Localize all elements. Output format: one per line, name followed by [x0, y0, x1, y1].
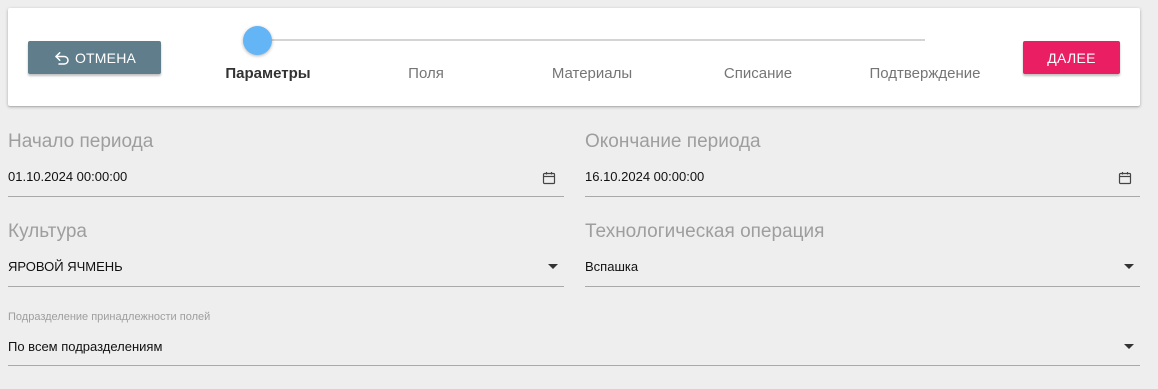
calendar-icon[interactable]: [1118, 171, 1132, 185]
stepper-track: [258, 39, 925, 41]
period-end-label: Окончание периода: [585, 131, 761, 152]
period-start-underline: [8, 196, 564, 197]
division-select[interactable]: По всем подразделениям: [8, 339, 162, 354]
undo-icon: [55, 51, 69, 65]
calendar-icon[interactable]: [542, 171, 556, 185]
division-underline: [8, 365, 1140, 366]
crop-underline: [8, 286, 564, 287]
step-parameters[interactable]: Параметры: [198, 65, 338, 82]
operation-select[interactable]: Вспашка: [585, 259, 638, 274]
next-button[interactable]: ДАЛЕЕ: [1023, 41, 1120, 74]
period-end-input[interactable]: 16.10.2024 00:00:00: [585, 169, 704, 184]
period-start-field: Начало периода 01.10.2024 00:00:00: [8, 131, 564, 197]
chevron-down-icon[interactable]: [1124, 344, 1134, 349]
step-confirmation[interactable]: Подтверждение: [855, 65, 995, 82]
chevron-down-icon[interactable]: [1124, 264, 1134, 269]
chevron-down-icon[interactable]: [548, 264, 558, 269]
period-end-field: Окончание периода 16.10.2024 00:00:00: [585, 131, 1140, 197]
operation-select-field[interactable]: Технологическая операция Вспашка: [585, 221, 1140, 287]
division-select-field[interactable]: Подразделение принадлежности полей По вс…: [8, 311, 1140, 371]
cancel-button-label: ОТМЕНА: [74, 49, 137, 66]
period-start-label: Начало периода: [8, 131, 154, 152]
crop-label: Культура: [8, 221, 87, 242]
division-label: Подразделение принадлежности полей: [8, 311, 211, 323]
operation-underline: [585, 286, 1140, 287]
crop-select-field[interactable]: Культура ЯРОВОЙ ЯЧМЕНЬ: [8, 221, 564, 287]
operation-label: Технологическая операция: [585, 221, 825, 242]
period-end-underline: [585, 196, 1140, 197]
cancel-button[interactable]: ОТМЕНА: [28, 41, 161, 74]
step-write-off[interactable]: Списание: [688, 65, 828, 82]
step-fields[interactable]: Поля: [356, 65, 496, 82]
stepper-current-marker[interactable]: [243, 26, 272, 55]
step-materials[interactable]: Материалы: [522, 65, 662, 82]
crop-select[interactable]: ЯРОВОЙ ЯЧМЕНЬ: [8, 259, 123, 274]
period-start-input[interactable]: 01.10.2024 00:00:00: [8, 169, 127, 184]
wizard-header-card: ОТМЕНА Параметры Поля Материалы Списание…: [8, 8, 1140, 106]
